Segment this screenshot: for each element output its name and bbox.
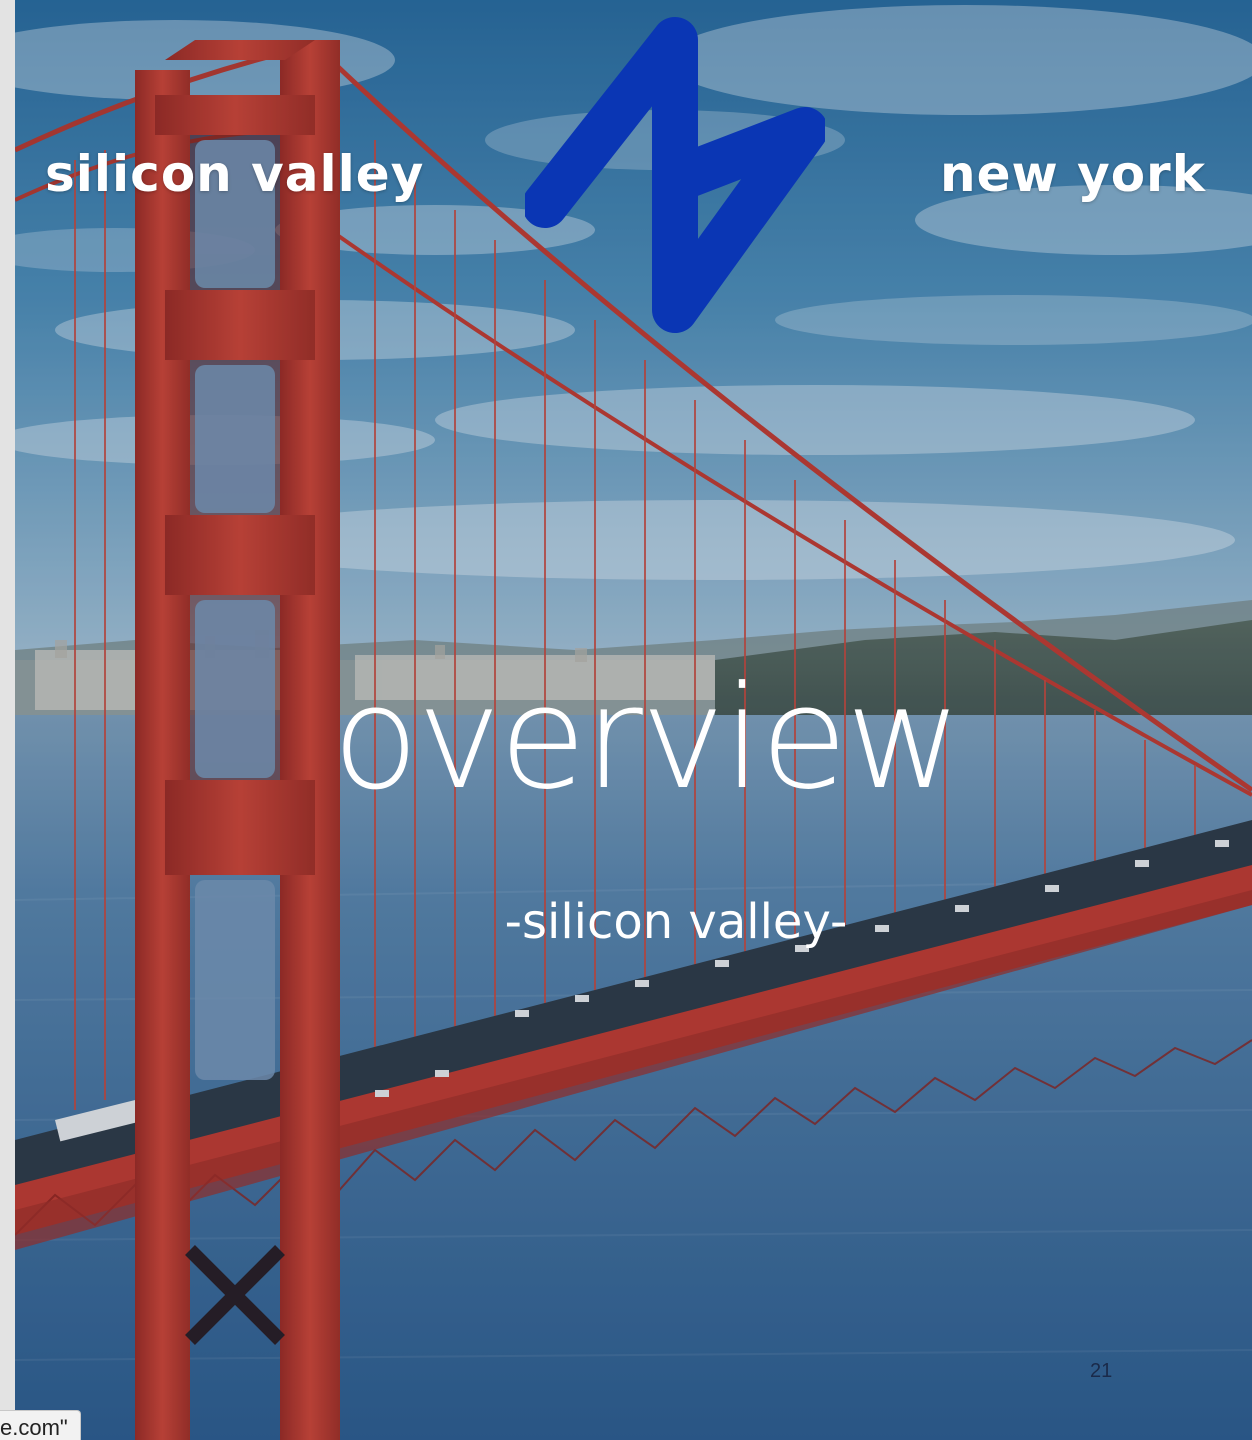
page-subtitle: -silicon valley- bbox=[504, 894, 848, 950]
status-url-tooltip: e.com" bbox=[0, 1410, 81, 1440]
nav-new-york[interactable]: new york bbox=[940, 145, 1206, 203]
page-number: 21 bbox=[1090, 1360, 1113, 1382]
nav-silicon-valley[interactable]: silicon valley bbox=[45, 145, 424, 203]
page-title: overview bbox=[332, 656, 962, 821]
n-logo-icon[interactable] bbox=[522, 10, 828, 335]
slide-page: silicon valley new york overview -silico… bbox=[0, 0, 1252, 1440]
